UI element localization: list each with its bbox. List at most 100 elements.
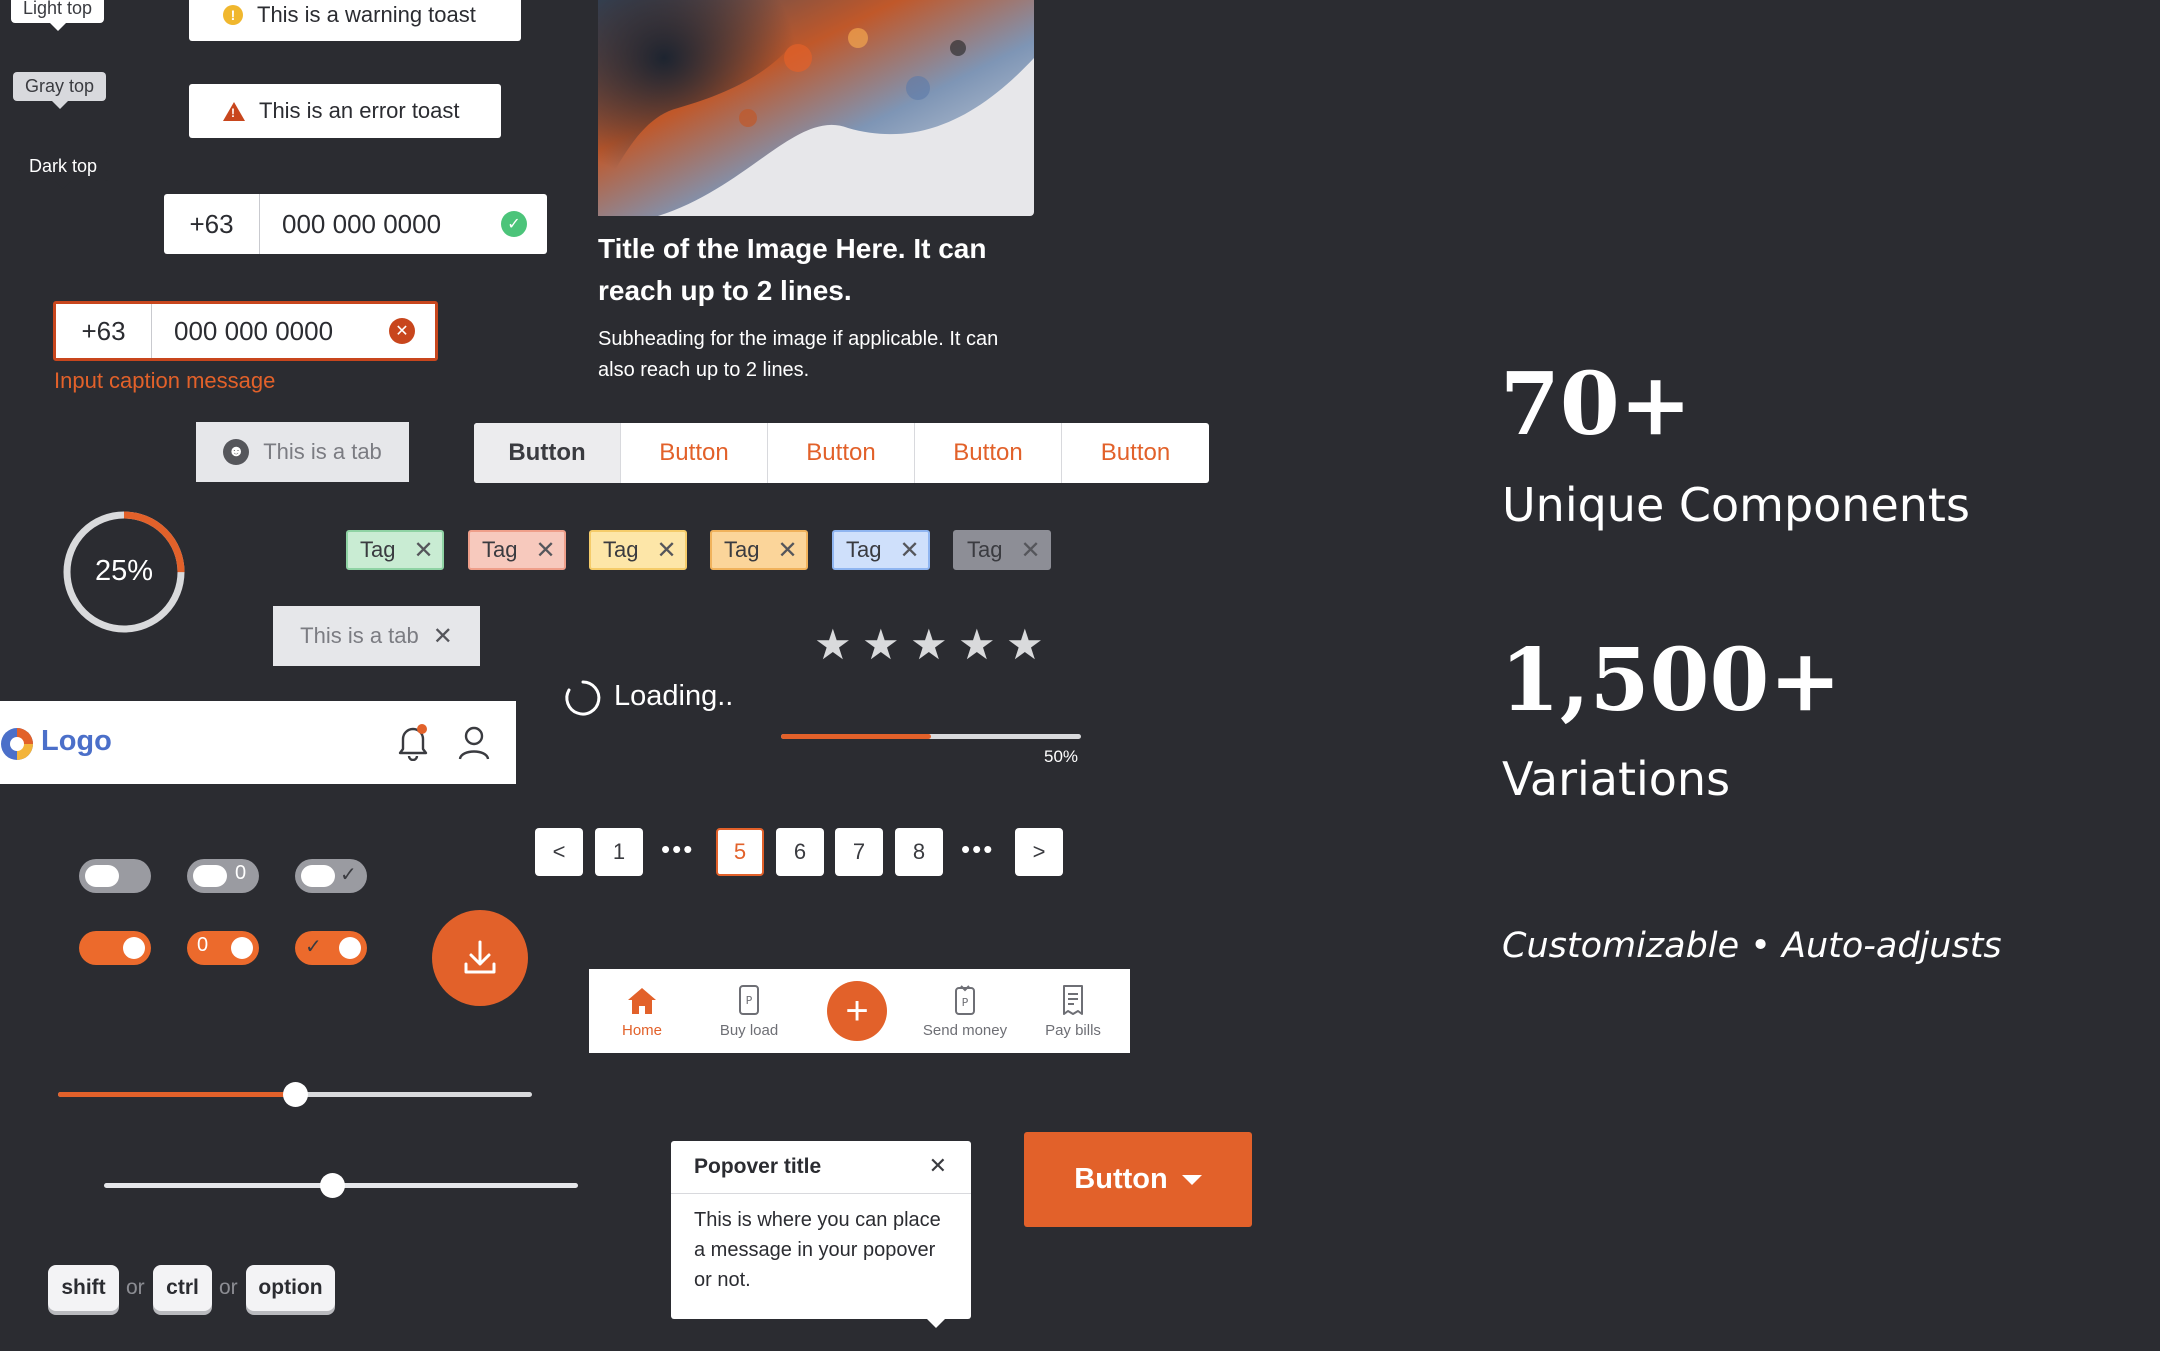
- close-icon[interactable]: ✕: [535, 536, 555, 565]
- close-icon[interactable]: ✕: [413, 536, 433, 565]
- dropdown-button[interactable]: Button: [1024, 1132, 1252, 1227]
- slider-track[interactable]: [58, 1082, 532, 1107]
- tag: Tag ✕: [589, 530, 687, 570]
- country-code[interactable]: +63: [56, 304, 152, 358]
- toggle-knob: [301, 865, 335, 887]
- toggle-knob: [193, 865, 227, 887]
- nav-item-buy-load[interactable]: P Buy load: [695, 969, 803, 1053]
- toggle-on-number[interactable]: 0: [187, 931, 259, 965]
- close-icon[interactable]: ✕: [777, 536, 797, 565]
- slider-fill: [58, 1092, 295, 1097]
- star-icon[interactable]: ★: [814, 624, 852, 666]
- tag-label: Tag: [967, 537, 1003, 562]
- pagination-next[interactable]: >: [1015, 828, 1063, 876]
- input-caption: Input caption message: [54, 368, 276, 393]
- segment-button[interactable]: Button: [474, 423, 621, 483]
- bell-icon[interactable]: [395, 723, 431, 761]
- star-icon[interactable]: ★: [862, 624, 900, 666]
- nav-label: Home: [621, 1022, 662, 1039]
- tooltip-light: Light top: [11, 0, 105, 31]
- key-ctrl: ctrl: [153, 1265, 212, 1311]
- pagination-page[interactable]: 7: [835, 828, 883, 876]
- receipt-icon: [1063, 985, 1083, 1015]
- download-icon: [464, 940, 496, 974]
- star-icon[interactable]: ★: [910, 624, 948, 666]
- toggle-off-number[interactable]: 0: [187, 859, 259, 893]
- nav-item-add[interactable]: +: [803, 969, 911, 1053]
- close-icon[interactable]: ✕: [1020, 536, 1040, 565]
- close-icon[interactable]: ✕: [929, 1153, 947, 1179]
- close-icon[interactable]: ✕: [656, 536, 676, 565]
- pagination-ellipsis: •••: [961, 834, 995, 864]
- tab-label: This is a tab: [300, 623, 419, 648]
- svg-text:P: P: [746, 994, 753, 1007]
- slider-handle[interactable]: [319, 1173, 345, 1198]
- tag: Tag ✕: [346, 530, 444, 570]
- stat-components-label: Unique Components: [1502, 478, 1970, 532]
- segment-button[interactable]: Button: [915, 423, 1062, 483]
- bottom-nav: Home P Buy load + P Send money Pay bills: [589, 969, 1130, 1053]
- tab-closable[interactable]: This is a tab ✕: [273, 606, 480, 666]
- toggle-number: 0: [197, 934, 209, 956]
- nav-item-pay-bills[interactable]: Pay bills: [1019, 969, 1127, 1053]
- popover-body: This is where you can place a message in…: [694, 1209, 941, 1291]
- tab-with-icon[interactable]: ☻ This is a tab: [196, 422, 409, 482]
- tag-label: Tag: [360, 537, 396, 562]
- key-shift: shift: [48, 1265, 119, 1311]
- phone-input-valid[interactable]: +63 000 000 0000 ✓: [164, 194, 547, 254]
- progress-bar-track: [781, 734, 1081, 739]
- close-icon[interactable]: ✕: [899, 536, 919, 565]
- logo-icon: [1, 728, 33, 760]
- phone-number-value: 000 000 0000: [174, 315, 334, 346]
- app-header: Logo: [0, 701, 516, 784]
- pagination-page[interactable]: 1: [595, 828, 643, 876]
- phone-number-field[interactable]: 000 000 0000 ✓: [260, 194, 547, 254]
- nav-item-send-money[interactable]: P Send money: [911, 969, 1019, 1053]
- toggle-on-check[interactable]: ✓: [295, 931, 367, 965]
- toggle-off[interactable]: [79, 859, 151, 893]
- progress-bar-fill: [781, 734, 931, 739]
- phone-number-field[interactable]: 000 000 0000 ✕: [152, 304, 435, 358]
- phone-input-error[interactable]: +63 000 000 0000 ✕: [53, 301, 438, 361]
- error-circle-icon[interactable]: ✕: [389, 318, 415, 344]
- popover-title: Popover title: [694, 1155, 822, 1178]
- check-icon: ✓: [305, 936, 322, 958]
- download-fab[interactable]: [432, 910, 528, 1006]
- segment-button[interactable]: Button: [768, 423, 915, 483]
- close-icon[interactable]: ✕: [433, 622, 453, 651]
- slider-track[interactable]: [104, 1173, 578, 1198]
- phone-load-icon: P: [739, 985, 759, 1015]
- nav-label: Pay bills: [1045, 1022, 1101, 1039]
- logo-text[interactable]: Logo: [41, 725, 112, 758]
- pagination-ellipsis: •••: [661, 834, 695, 864]
- slider-handle[interactable]: [283, 1082, 308, 1107]
- or-label: or: [126, 1276, 145, 1299]
- pagination-page[interactable]: 6: [776, 828, 824, 876]
- toggle-on[interactable]: [79, 931, 151, 965]
- stat-components-value: 70+: [1500, 354, 1692, 455]
- star-icon[interactable]: ★: [958, 624, 996, 666]
- user-icon[interactable]: [457, 725, 491, 761]
- star-icon[interactable]: ★: [1006, 624, 1044, 666]
- progress-bar-label: 50%: [1044, 747, 1079, 766]
- smiley-icon: ☻: [223, 439, 250, 465]
- tag-label: Tag: [846, 537, 882, 562]
- segment-button[interactable]: Button: [621, 423, 768, 483]
- progress-ring-label: 25%: [94, 555, 154, 587]
- or-label: or: [219, 1276, 238, 1299]
- pagination-prev[interactable]: <: [535, 828, 583, 876]
- pagination-page-current[interactable]: 5: [716, 828, 764, 876]
- nav-item-home[interactable]: Home: [589, 969, 695, 1053]
- dropdown-button-label: Button: [1074, 1163, 1168, 1195]
- toggle-knob: [339, 937, 361, 959]
- tooltip-dark: Dark top: [17, 152, 110, 189]
- toggle-off-check[interactable]: ✓: [295, 859, 367, 893]
- pagination-page[interactable]: 8: [895, 828, 943, 876]
- card-title: Title of the Image Here. It can reach up…: [598, 233, 987, 306]
- tag: Tag ✕: [468, 530, 566, 570]
- country-code[interactable]: +63: [164, 194, 260, 254]
- segment-button[interactable]: Button: [1062, 423, 1209, 483]
- tag-label: Tag: [603, 537, 639, 562]
- stat-variations-value: 1,500+: [1500, 630, 1842, 731]
- tagline: Customizable • Auto-adjusts: [1502, 926, 2002, 966]
